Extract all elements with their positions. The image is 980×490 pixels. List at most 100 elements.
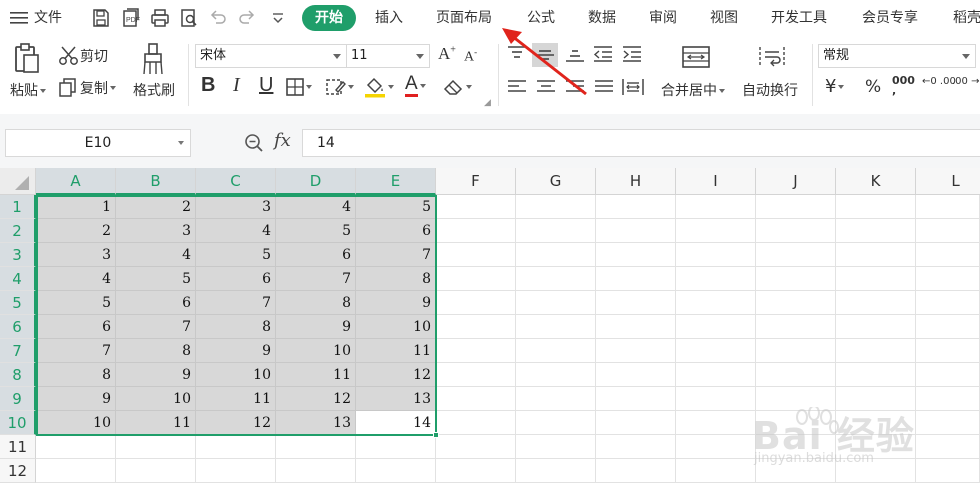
- cell[interactable]: 9: [276, 315, 356, 339]
- cell[interactable]: 6: [116, 291, 196, 315]
- cell[interactable]: [916, 195, 980, 219]
- cell[interactable]: 8: [356, 267, 436, 291]
- cell[interactable]: [436, 435, 516, 459]
- undo-icon[interactable]: [208, 8, 228, 28]
- cell[interactable]: 7: [116, 315, 196, 339]
- cell[interactable]: [916, 267, 980, 291]
- cell[interactable]: [596, 387, 676, 411]
- cell[interactable]: 10: [196, 363, 276, 387]
- wrap-text-label[interactable]: 自动换行: [742, 80, 798, 100]
- cell[interactable]: [836, 339, 916, 363]
- cell[interactable]: 5: [36, 291, 116, 315]
- cell[interactable]: [916, 339, 980, 363]
- print-preview-icon[interactable]: [179, 8, 199, 28]
- cell[interactable]: [436, 411, 516, 435]
- cell[interactable]: [596, 291, 676, 315]
- row-header-6[interactable]: 6: [0, 315, 36, 339]
- font-name-select[interactable]: 宋体: [195, 44, 347, 68]
- cell[interactable]: 12: [276, 387, 356, 411]
- cell[interactable]: 11: [196, 387, 276, 411]
- align-right-icon[interactable]: [564, 78, 586, 96]
- decrease-font-button[interactable]: A-: [464, 47, 477, 66]
- cell[interactable]: [676, 459, 756, 483]
- cell[interactable]: 6: [356, 219, 436, 243]
- cell[interactable]: [516, 411, 596, 435]
- tab-data[interactable]: 数据: [588, 0, 616, 36]
- cell[interactable]: 7: [276, 267, 356, 291]
- cell[interactable]: [756, 339, 836, 363]
- cell[interactable]: 12: [196, 411, 276, 435]
- column-header-l[interactable]: L: [916, 168, 980, 195]
- tab-insert[interactable]: 插入: [375, 0, 403, 36]
- copy-button[interactable]: 复制: [58, 78, 116, 98]
- column-header-k[interactable]: K: [836, 168, 916, 195]
- column-header-e[interactable]: E: [356, 168, 436, 195]
- cell[interactable]: 5: [276, 219, 356, 243]
- cell[interactable]: [836, 291, 916, 315]
- tab-formula[interactable]: 公式: [527, 0, 555, 36]
- cell[interactable]: 4: [36, 267, 116, 291]
- cell[interactable]: [196, 435, 276, 459]
- cell[interactable]: [516, 435, 596, 459]
- cell[interactable]: [916, 363, 980, 387]
- print-icon[interactable]: [150, 8, 170, 28]
- tab-developer[interactable]: 开发工具: [771, 0, 827, 36]
- cut-button[interactable]: 剪切: [58, 46, 108, 66]
- wrap-text-icon[interactable]: [758, 45, 786, 69]
- cell[interactable]: [836, 195, 916, 219]
- cell[interactable]: 9: [36, 387, 116, 411]
- cell[interactable]: [196, 459, 276, 483]
- tab-start[interactable]: 开始: [302, 5, 356, 31]
- row-header-1[interactable]: 1: [0, 195, 36, 219]
- cell[interactable]: [436, 387, 516, 411]
- column-header-a[interactable]: A: [36, 168, 116, 195]
- cell[interactable]: [756, 243, 836, 267]
- tab-view[interactable]: 视图: [710, 0, 738, 36]
- cell[interactable]: [676, 363, 756, 387]
- cell[interactable]: [436, 315, 516, 339]
- cell[interactable]: 11: [276, 363, 356, 387]
- cell[interactable]: 5: [356, 195, 436, 219]
- cell[interactable]: [436, 363, 516, 387]
- underline-button[interactable]: U: [259, 74, 273, 97]
- cell[interactable]: 5: [116, 267, 196, 291]
- cell[interactable]: [436, 339, 516, 363]
- align-middle-icon[interactable]: [532, 43, 558, 67]
- cell[interactable]: [436, 291, 516, 315]
- column-header-g[interactable]: G: [516, 168, 596, 195]
- cell[interactable]: [516, 315, 596, 339]
- decrease-decimal-button[interactable]: .00 →0: [952, 76, 980, 87]
- cell[interactable]: [36, 459, 116, 483]
- font-color-button[interactable]: A: [405, 74, 426, 97]
- cell[interactable]: [516, 459, 596, 483]
- column-header-f[interactable]: F: [436, 168, 516, 195]
- cell[interactable]: 7: [196, 291, 276, 315]
- distribute-icon[interactable]: [621, 77, 645, 97]
- name-box[interactable]: E10: [5, 129, 191, 157]
- row-header-9[interactable]: 9: [0, 387, 36, 411]
- cell[interactable]: [676, 315, 756, 339]
- align-center-icon[interactable]: [535, 78, 557, 96]
- cell[interactable]: [436, 243, 516, 267]
- cell[interactable]: 4: [276, 195, 356, 219]
- cell[interactable]: [36, 435, 116, 459]
- cell[interactable]: 9: [196, 339, 276, 363]
- cell[interactable]: 6: [196, 267, 276, 291]
- cell[interactable]: [836, 267, 916, 291]
- column-header-i[interactable]: I: [676, 168, 756, 195]
- cell[interactable]: [676, 387, 756, 411]
- cell[interactable]: [596, 363, 676, 387]
- column-header-b[interactable]: B: [116, 168, 196, 195]
- align-bottom-icon[interactable]: [564, 45, 586, 63]
- increase-font-button[interactable]: A+: [438, 44, 456, 64]
- percent-button[interactable]: %: [865, 77, 881, 97]
- cell[interactable]: [676, 339, 756, 363]
- cell[interactable]: 10: [116, 387, 196, 411]
- cell[interactable]: 6: [276, 243, 356, 267]
- italic-button[interactable]: I: [233, 74, 240, 97]
- cell[interactable]: 8: [196, 315, 276, 339]
- cell[interactable]: [276, 435, 356, 459]
- tab-member[interactable]: 会员专享: [862, 0, 918, 36]
- number-format-select[interactable]: 常规: [818, 44, 976, 68]
- formula-input[interactable]: 14: [302, 129, 980, 157]
